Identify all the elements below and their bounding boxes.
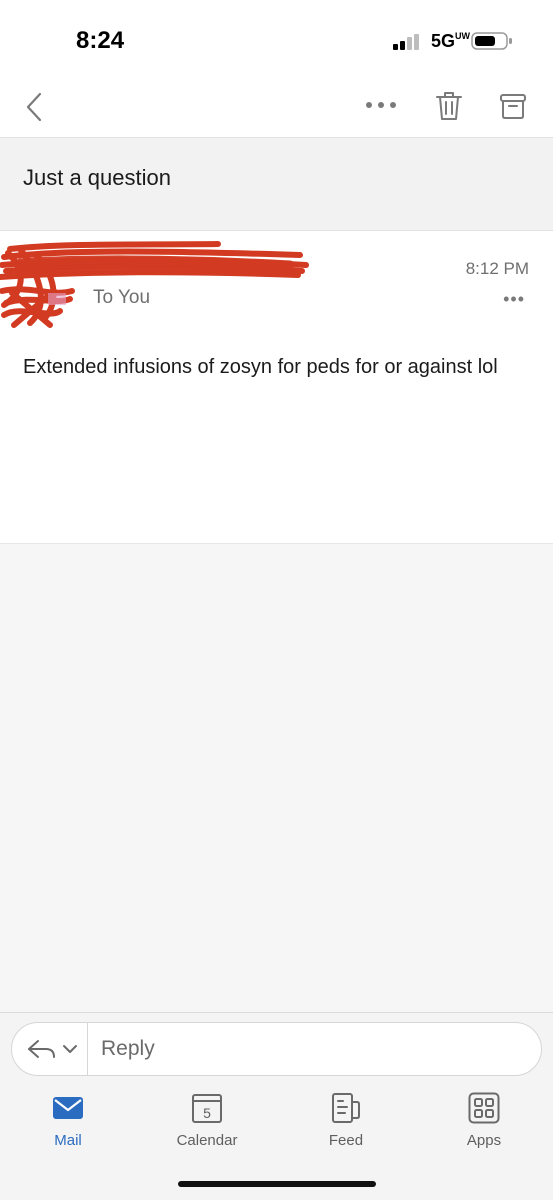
status-bar: 8:24 5GUW (0, 0, 553, 78)
message-more-button[interactable]: ••• (503, 289, 525, 310)
trash-icon[interactable] (434, 90, 464, 122)
home-indicator (178, 1181, 376, 1187)
tab-mail[interactable]: Mail (13, 1082, 123, 1162)
tab-label: Apps (466, 1132, 502, 1149)
chevron-left-icon[interactable] (22, 92, 46, 122)
cellular-signal-icon (393, 34, 419, 50)
calendar-day: 5 (203, 1105, 211, 1121)
calendar-icon: 5 (192, 1094, 222, 1123)
redaction-scribble (0, 241, 309, 328)
ellipsis-icon[interactable] (364, 100, 398, 110)
tab-label: Calendar (176, 1132, 238, 1149)
tab-apps[interactable]: Apps (429, 1082, 539, 1162)
apps-grid-icon (468, 1092, 500, 1124)
reply-options-icon[interactable] (26, 1037, 82, 1061)
tab-label: Feed (328, 1132, 364, 1149)
tab-label: Mail (54, 1132, 82, 1149)
message-toolbar (0, 78, 553, 138)
tab-calendar[interactable]: 5 Calendar (152, 1082, 262, 1162)
battery-icon (471, 32, 512, 50)
email-subject: Just a question (23, 165, 171, 190)
envelope-icon (53, 1097, 83, 1119)
status-time: 8:24 (76, 27, 125, 54)
message-card: To You 8:12 PM ••• Extended infusions of… (0, 231, 553, 544)
reply-bar[interactable]: Reply (11, 1022, 542, 1076)
message-time: 8:12 PM (465, 259, 529, 278)
reply-input[interactable]: Reply (101, 1037, 155, 1061)
reply-divider (87, 1023, 88, 1075)
network-indicator: 5GUW (431, 31, 471, 51)
feed-icon (332, 1093, 360, 1123)
archive-icon[interactable] (499, 92, 527, 120)
subject-header: Just a question (0, 138, 553, 231)
message-body: Extended infusions of zosyn for peds for… (23, 356, 498, 378)
tab-feed[interactable]: Feed (291, 1082, 401, 1162)
recipient-line[interactable]: To You (93, 287, 150, 309)
